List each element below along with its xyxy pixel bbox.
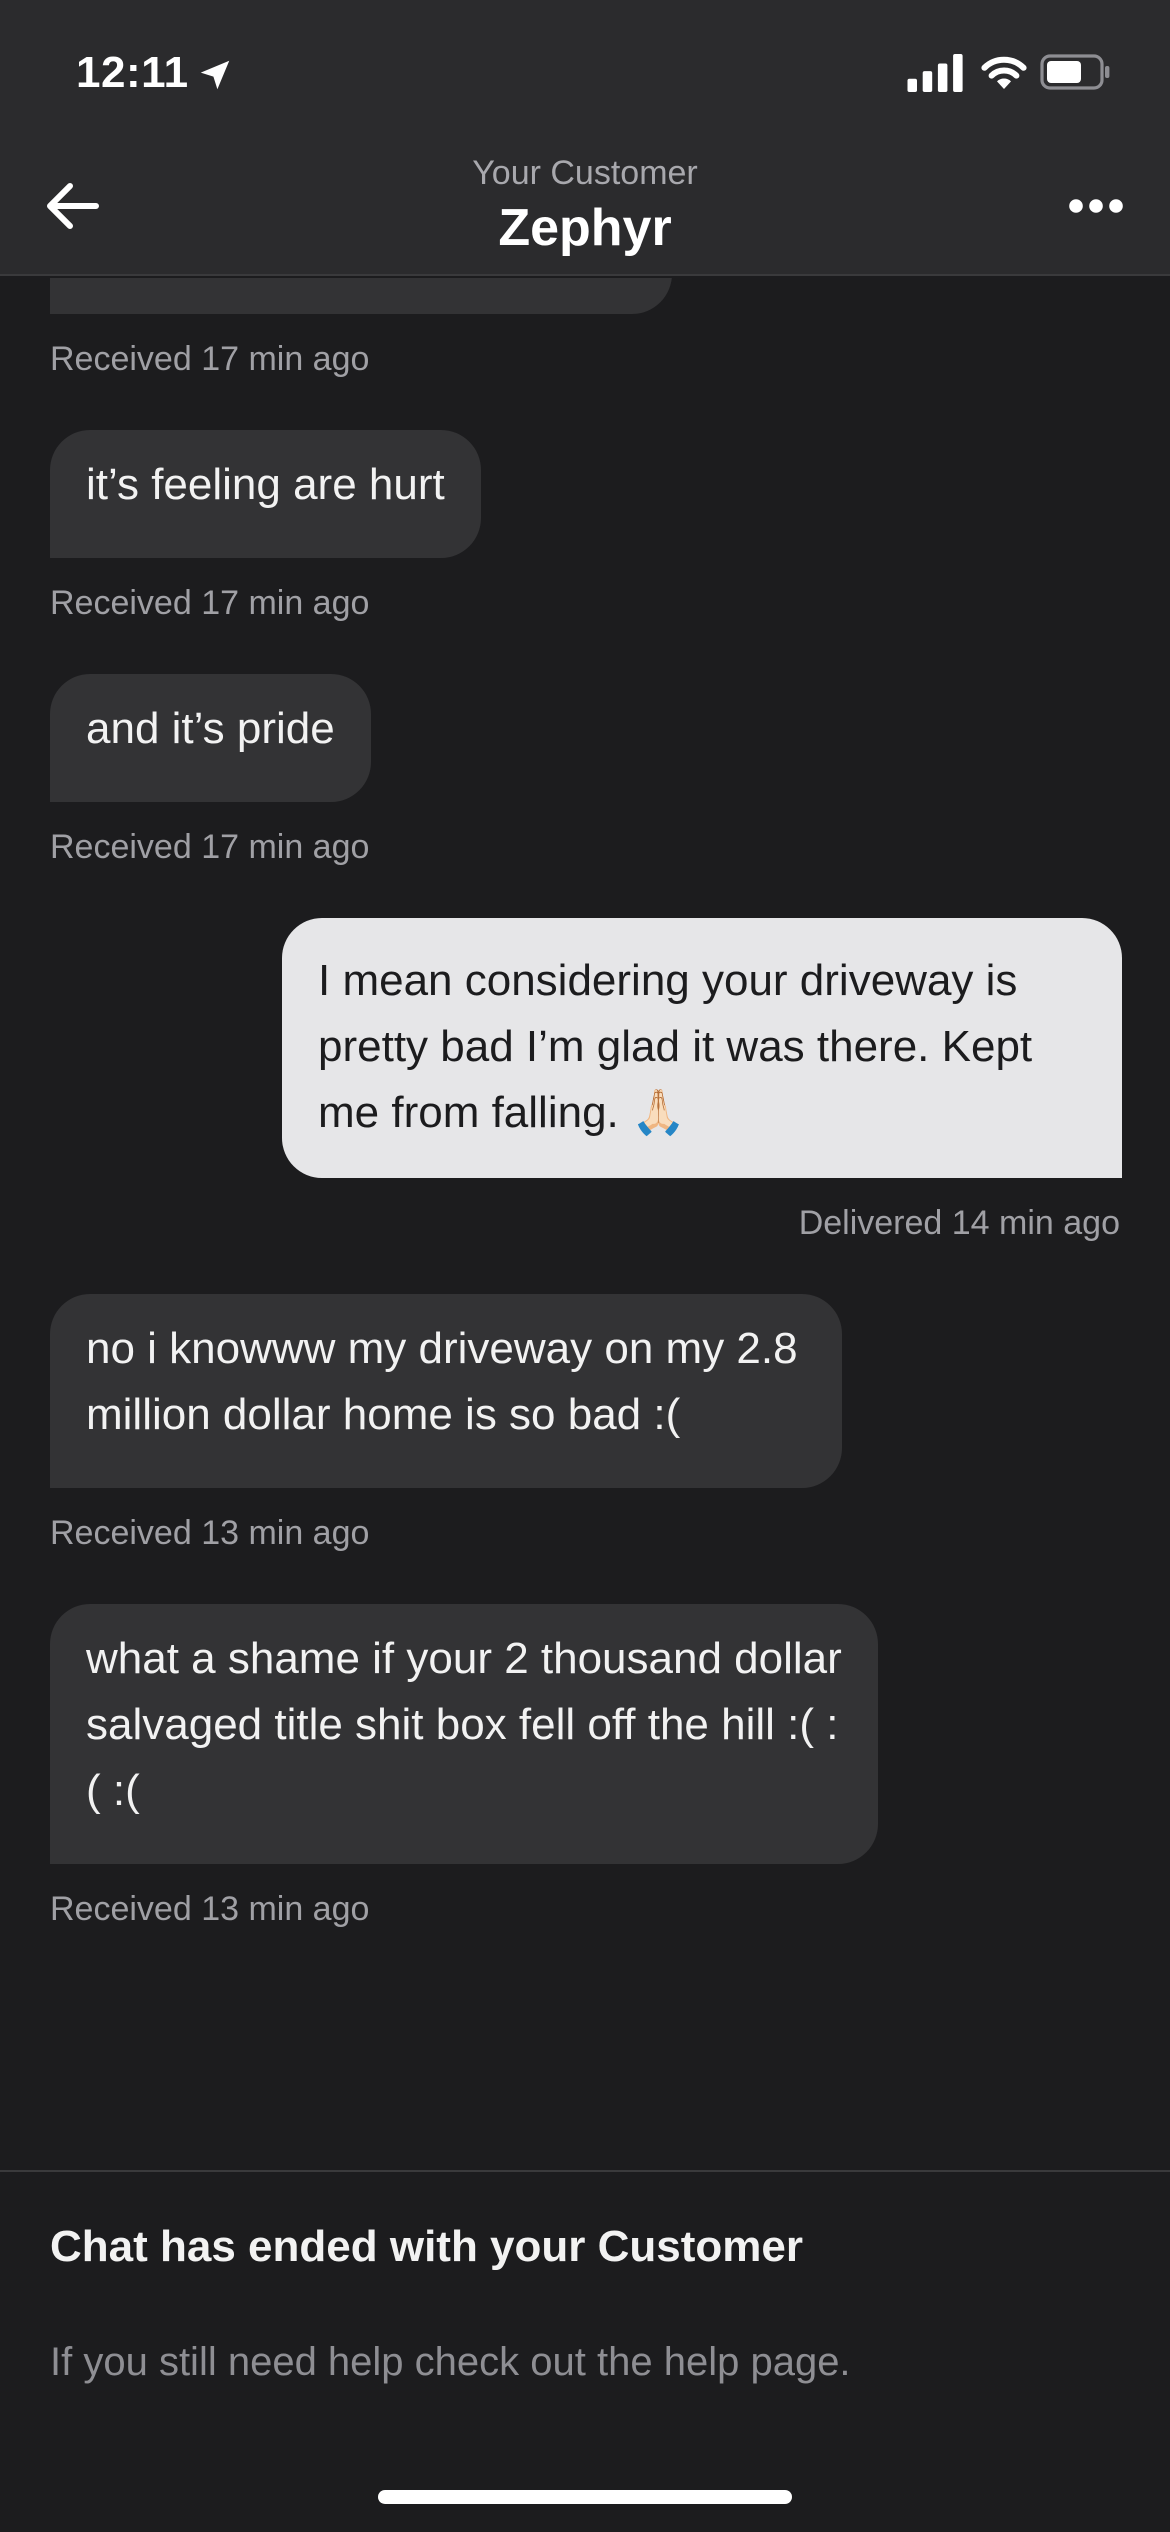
message-meta: Delivered 14 min ago	[798, 1204, 1120, 1242]
chat-ended-help-text: If you still need help check out the hel…	[50, 2340, 851, 2384]
message-meta: Received 17 min ago	[50, 584, 370, 622]
home-indicator	[378, 2490, 792, 2504]
message-bubble-outgoing: I mean considering your driveway is pret…	[282, 918, 1122, 1178]
more-icon[interactable]	[1066, 188, 1126, 224]
message-meta: Received 13 min ago	[50, 1514, 370, 1552]
header-subtitle: Your Customer	[472, 154, 698, 192]
message-bubble-incoming: it’s feeling are hurt	[50, 430, 481, 558]
header-title: Zephyr	[498, 199, 672, 257]
chat-thread[interactable]: Received 17 min ago it’s feeling are hur…	[0, 278, 1170, 2168]
message-bubble-incoming	[50, 278, 672, 314]
wifi-icon	[981, 56, 1027, 89]
status-time: 12:11	[76, 48, 189, 97]
message-bubble-incoming: what a shame if your 2 thousand dollar s…	[50, 1604, 878, 1864]
message-meta: Received 17 min ago	[50, 828, 370, 866]
message-bubble-incoming: no i knowww my driveway on my 2.8 millio…	[50, 1294, 842, 1488]
message-text: I mean considering your driveway is pret…	[318, 956, 1033, 1137]
message-bubble-incoming: and it’s pride	[50, 674, 371, 802]
top-bar: 12:11 Your Customer Zephyr	[0, 0, 1170, 276]
message-meta: Received 13 min ago	[50, 1890, 370, 1928]
message-meta: Received 17 min ago	[50, 340, 370, 378]
location-arrow-icon	[200, 60, 230, 90]
footer-divider	[0, 2170, 1170, 2172]
battery-icon	[1040, 54, 1110, 90]
message-text: no i knowww my driveway on my 2.8 millio…	[86, 1324, 798, 1439]
message-text: and it’s pride	[86, 704, 335, 753]
chat-ended-title: Chat has ended with your Customer	[50, 2222, 803, 2271]
message-text: it’s feeling are hurt	[86, 460, 445, 509]
signal-icon	[907, 54, 963, 92]
message-text: what a shame if your 2 thousand dollar s…	[86, 1634, 842, 1815]
